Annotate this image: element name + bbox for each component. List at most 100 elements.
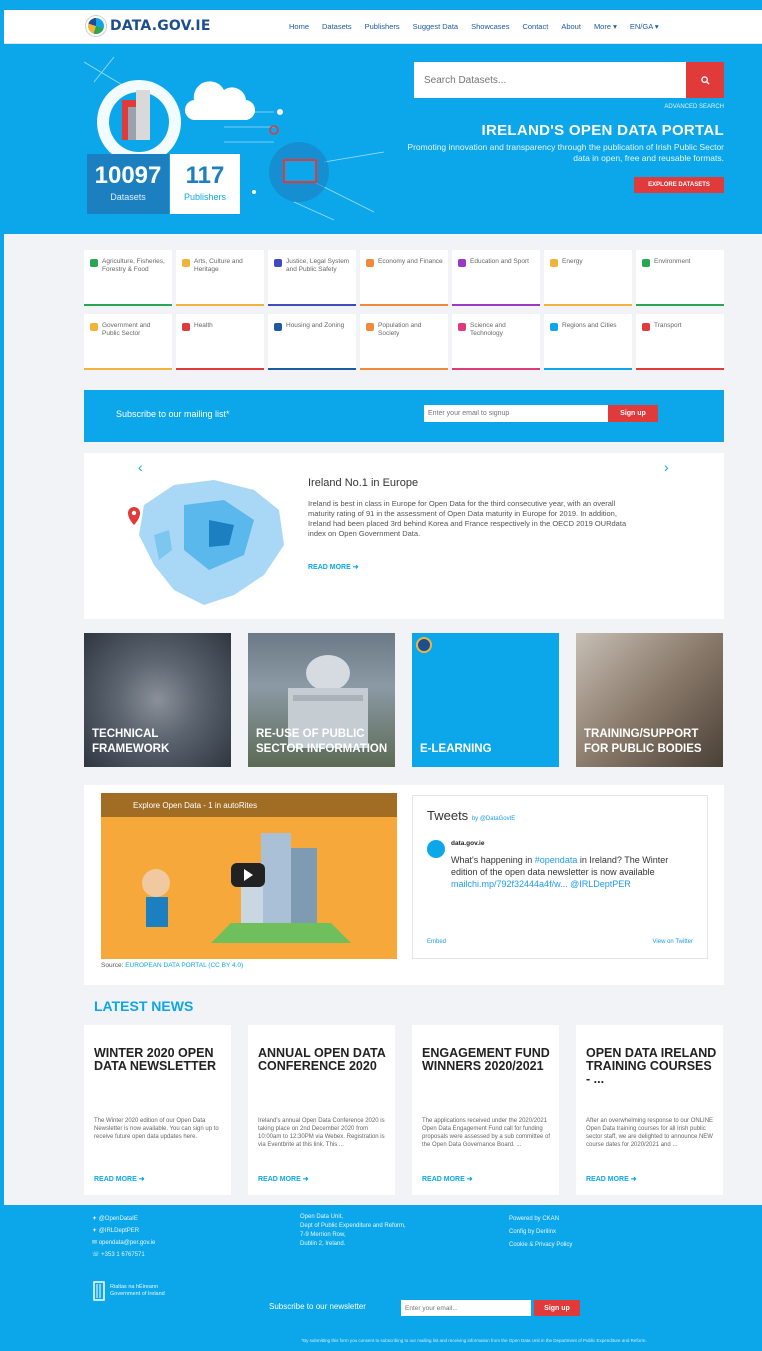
news-card-title[interactable]: ANNUAL OPEN DATA CONFERENCE 2020 xyxy=(258,1047,389,1073)
nav-language[interactable]: EN/GA ▾ xyxy=(630,22,659,31)
play-button[interactable] xyxy=(231,863,265,887)
cookie-privacy-link[interactable]: Cookie & Privacy Policy xyxy=(509,1239,572,1252)
news-card[interactable]: ANNUAL OPEN DATA CONFERENCE 2020 Ireland… xyxy=(248,1025,395,1195)
tweets-view-link[interactable]: View on Twitter xyxy=(653,939,693,945)
category-label: Education and Sport xyxy=(470,258,529,265)
search-input[interactable] xyxy=(414,62,686,98)
tweets-embed-link[interactable]: Embed xyxy=(427,939,446,945)
config-by-derilinx[interactable]: Config by Derilinx xyxy=(509,1226,572,1239)
category-card[interactable]: Health xyxy=(176,314,264,370)
footer-email[interactable]: ✉ opendata@per.gov.ie xyxy=(92,1237,155,1249)
nav-showcases[interactable]: Showcases xyxy=(471,22,509,31)
category-label: Environment xyxy=(654,258,691,265)
mail-icon: ✉ xyxy=(92,1240,99,1246)
feature-read-more[interactable]: READ MORE ➜ xyxy=(308,563,359,571)
news-card-title[interactable]: ENGAGEMENT FUND WINNERS 2020/2021 xyxy=(422,1047,553,1073)
mailing-list-banner: Subscribe to our mailing list* Sign up xyxy=(84,390,724,442)
datasets-count: 10097 xyxy=(94,162,162,189)
tile-e-learning[interactable]: E-LEARNING xyxy=(412,633,559,767)
category-card[interactable]: Education and Sport xyxy=(452,250,540,306)
tile-training-support[interactable]: TRAINING/SUPPORT FOR PUBLIC BODIES xyxy=(576,633,723,767)
news-card[interactable]: OPEN DATA IRELAND TRAINING COURSES - ...… xyxy=(576,1025,723,1195)
nav-contact[interactable]: Contact xyxy=(522,22,548,31)
footer-phone[interactable]: ☏ +353 1 6767571 xyxy=(92,1249,155,1261)
news-card-title[interactable]: WINTER 2020 OPEN DATA NEWSLETTER xyxy=(94,1047,225,1073)
category-card[interactable]: Population and Society xyxy=(360,314,448,370)
category-card[interactable]: Arts, Culture and Heritage xyxy=(176,250,264,306)
address-line: 7-9 Merrion Row, xyxy=(300,1232,346,1238)
category-label: Transport xyxy=(654,322,682,329)
category-card[interactable]: Regions and Cities xyxy=(544,314,632,370)
video-player[interactable]: Explore Open Data - 1 in autoRites xyxy=(101,793,397,959)
footer-link-text: @OpenDataIE xyxy=(98,1216,138,1222)
category-card[interactable]: Economy and Finance xyxy=(360,250,448,306)
nav-datasets[interactable]: Datasets xyxy=(322,22,352,31)
news-card-title[interactable]: OPEN DATA IRELAND TRAINING COURSES - ... xyxy=(586,1047,717,1086)
logo-globe-icon xyxy=(86,16,106,36)
portal-title: IRELAND'S OPEN DATA PORTAL xyxy=(481,122,724,139)
category-icon xyxy=(274,259,282,267)
advanced-search-link[interactable]: ADVANCED SEARCH xyxy=(624,104,724,110)
tweet-hashtag[interactable]: #opendata xyxy=(535,855,578,865)
tweets-header: Tweets by @DataGovIE xyxy=(427,808,515,823)
powered-by-ckan[interactable]: Powered by CKAN xyxy=(509,1213,572,1226)
category-card[interactable]: Science and Technology xyxy=(452,314,540,370)
category-icon xyxy=(90,323,98,331)
site-footer: ✦ @OpenDataIE ✦ @IRLDeptPER ✉ opendata@p… xyxy=(4,1205,762,1351)
category-card[interactable]: Housing and Zoning xyxy=(268,314,356,370)
explore-datasets-button[interactable]: EXPLORE DATASETS xyxy=(634,177,724,193)
nav-about[interactable]: About xyxy=(561,22,581,31)
category-label: Population and Society xyxy=(378,322,422,337)
news-card-read-more[interactable]: READ MORE ➜ xyxy=(586,1175,637,1183)
news-card-read-more[interactable]: READ MORE ➜ xyxy=(258,1175,309,1183)
category-card[interactable]: Environment xyxy=(636,250,724,306)
site-logo[interactable]: DATA.GOV.IE xyxy=(86,16,211,36)
news-card[interactable]: ENGAGEMENT FUND WINNERS 2020/2021 The ap… xyxy=(412,1025,559,1195)
footer-newsletter-input[interactable] xyxy=(401,1300,531,1316)
carousel-next-icon[interactable]: › xyxy=(664,459,669,475)
video-source: Source: EUROPEAN DATA PORTAL (CC BY 4.0) xyxy=(101,962,243,969)
mailing-email-input[interactable] xyxy=(424,405,608,422)
government-logo[interactable]: Rialtas na hÉireann Government of Irelan… xyxy=(92,1280,170,1302)
mailing-signup-button[interactable]: Sign up xyxy=(608,405,658,422)
search-button[interactable] xyxy=(686,62,724,98)
news-card-read-more[interactable]: READ MORE ➜ xyxy=(422,1175,473,1183)
datasets-stat[interactable]: 10097 Datasets xyxy=(87,154,169,214)
tile-label: TRAINING/SUPPORT FOR PUBLIC BODIES xyxy=(584,728,702,755)
category-card[interactable]: Energy xyxy=(544,250,632,306)
hero-banner: ADVANCED SEARCH IRELAND'S OPEN DATA PORT… xyxy=(4,44,762,234)
tile-label: RE-USE OF PUBLIC SECTOR INFORMATION xyxy=(256,728,388,755)
logo-text: DATA.GOV.IE xyxy=(110,18,211,34)
news-card-read-more[interactable]: READ MORE ➜ xyxy=(94,1175,145,1183)
feature-body: Ireland is best in class in Europe for O… xyxy=(308,499,627,538)
news-card-body: The Winter 2020 edition of our Open Data… xyxy=(94,1118,219,1140)
tile-reuse-psi[interactable]: RE-USE OF PUBLIC SECTOR INFORMATION xyxy=(248,633,395,767)
tile-technical-framework[interactable]: TECHNICAL FRAMEWORK xyxy=(84,633,231,767)
datasets-label: Datasets xyxy=(110,192,146,202)
category-card[interactable]: Agriculture, Fisheries, Forestry & Food xyxy=(84,250,172,306)
publishers-stat[interactable]: 117 Publishers xyxy=(170,154,240,214)
tweets-by[interactable]: by @DataGovIE xyxy=(472,816,515,822)
category-label: Economy and Finance xyxy=(378,258,443,265)
tweet-link[interactable]: mailchi.mp/792f32444a4f/w... @IRLDeptPER xyxy=(451,879,631,889)
category-grid: Agriculture, Fisheries, Forestry & Food A… xyxy=(84,250,724,370)
footer-twitter-opendata[interactable]: ✦ @OpenDataIE xyxy=(92,1213,155,1225)
source-link[interactable]: EUROPEAN DATA PORTAL (CC BY 4.0) xyxy=(125,962,243,969)
footer-newsletter-button[interactable]: Sign up xyxy=(534,1300,580,1316)
category-card[interactable]: Transport xyxy=(636,314,724,370)
nav-publishers[interactable]: Publishers xyxy=(365,22,400,31)
footer-powered: Powered by CKAN Config by Derilinx Cooki… xyxy=(509,1213,572,1252)
category-card[interactable]: Justice, Legal System and Public Safety xyxy=(268,250,356,306)
tweet-author[interactable]: data.gov.ie xyxy=(451,840,484,847)
nav-home[interactable]: Home xyxy=(289,22,309,31)
tweet-avatar[interactable] xyxy=(427,840,445,858)
category-card[interactable]: Government and Public Sector xyxy=(84,314,172,370)
search-icon xyxy=(700,75,710,85)
news-card[interactable]: WINTER 2020 OPEN DATA NEWSLETTER The Win… xyxy=(84,1025,231,1195)
twitter-widget: Tweets by @DataGovIE data.gov.ie What's … xyxy=(412,795,708,959)
category-icon xyxy=(550,259,558,267)
video-title: Explore Open Data - 1 in autoRites xyxy=(133,801,258,810)
nav-more[interactable]: More ▾ xyxy=(594,22,617,31)
nav-suggest-data[interactable]: Suggest Data xyxy=(413,22,458,31)
footer-twitter-per[interactable]: ✦ @IRLDeptPER xyxy=(92,1225,155,1237)
